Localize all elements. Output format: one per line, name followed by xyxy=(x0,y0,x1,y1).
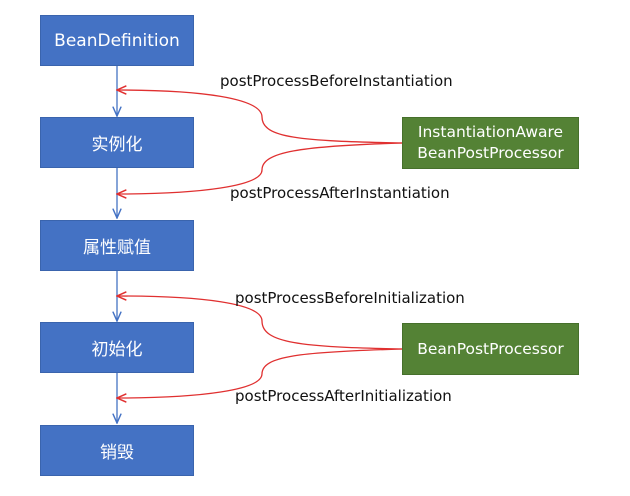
stage-label: 实例化 xyxy=(91,135,143,155)
callback-label-after-initialization: postProcessAfterInitialization xyxy=(235,387,452,405)
processor-label-line2: BeanPostProcessor xyxy=(417,144,564,162)
processor-label-line1: InstantiationAware xyxy=(417,123,564,142)
callback-label-before-instantiation: postProcessBeforeInstantiation xyxy=(220,72,453,90)
bean-lifecycle-diagram: BeanDefinition 实例化 属性赋值 初始化 销毁 Instantia… xyxy=(0,0,630,496)
stage-label: 属性赋值 xyxy=(83,238,151,258)
stage-bean-definition: BeanDefinition xyxy=(40,15,194,66)
callback-label-before-initialization: postProcessBeforeInitialization xyxy=(235,289,465,307)
stage-initialize: 初始化 xyxy=(40,322,194,373)
processor-instantiation-aware: InstantiationAware BeanPostProcessor xyxy=(402,117,579,169)
stage-populate-properties: 属性赋值 xyxy=(40,220,194,271)
processor-label: BeanPostProcessor xyxy=(417,339,564,358)
callback-label-after-instantiation: postProcessAfterInstantiation xyxy=(230,184,450,202)
stage-label: BeanDefinition xyxy=(54,30,180,51)
stage-label: 销毁 xyxy=(100,443,134,463)
stage-instantiate: 实例化 xyxy=(40,117,194,168)
stage-label: 初始化 xyxy=(91,340,143,360)
processor-bean-post-processor: BeanPostProcessor xyxy=(402,323,579,375)
stage-destroy: 销毁 xyxy=(40,425,194,476)
